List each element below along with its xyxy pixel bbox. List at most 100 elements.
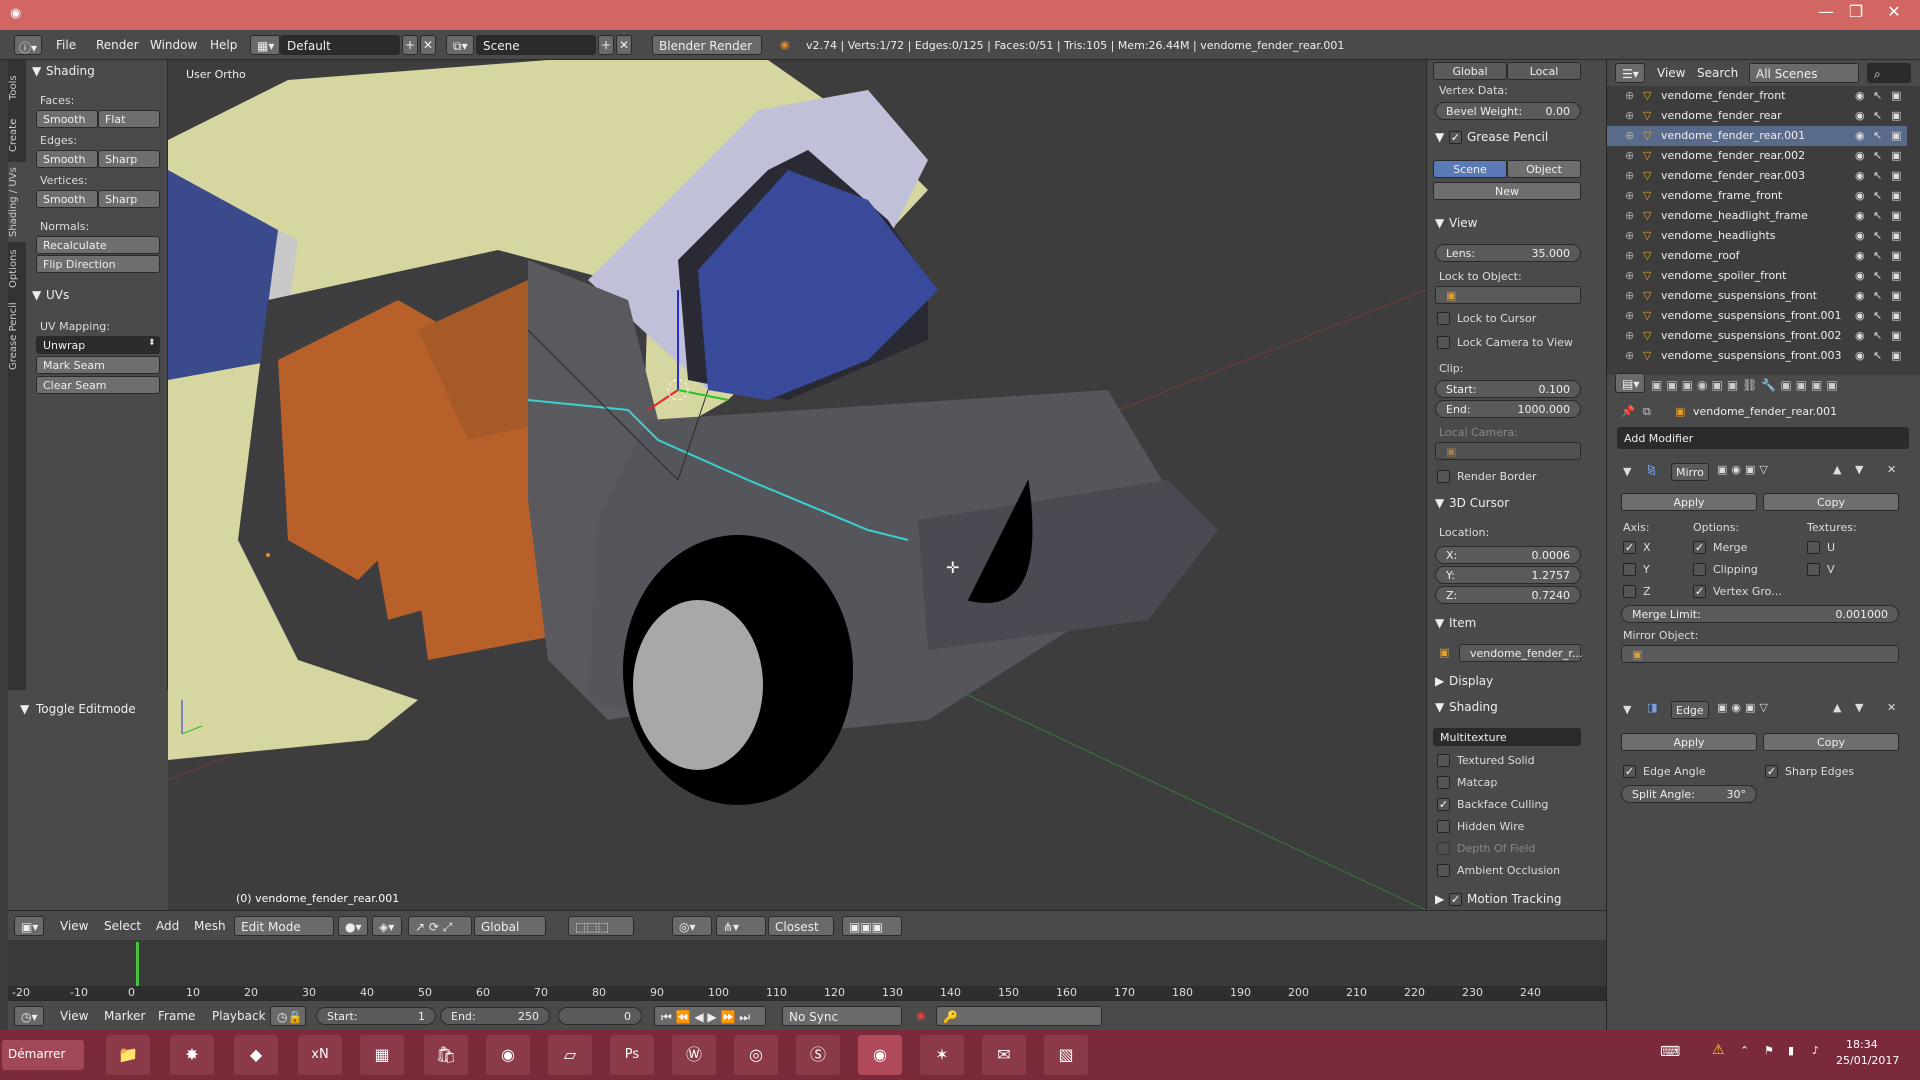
outliner-row[interactable]: ⊕ ▽ vendome_suspensions_front.003 ◉ ↖ ▣	[1607, 346, 1907, 366]
manipulator-icons[interactable]: ↗ ⟳ ⤢	[408, 916, 472, 936]
mode-select[interactable]: Edit Mode	[234, 916, 334, 936]
layout-icon[interactable]: ▦▾	[250, 35, 280, 55]
selectable-arrow-icon[interactable]: ↖	[1873, 169, 1882, 182]
visibility-eye-icon[interactable]: ◉	[1855, 329, 1865, 342]
mirror-name-field[interactable]: Mirro	[1671, 463, 1709, 481]
faces-smooth-button[interactable]: Smooth	[36, 110, 98, 128]
lens-field[interactable]: Lens: 35.000	[1435, 244, 1581, 262]
render-camera-icon[interactable]: ▣	[1891, 189, 1901, 202]
mirror-remove-icon[interactable]: ✕	[1887, 463, 1896, 476]
mirror-collapse-arrow[interactable]: ▼	[1623, 465, 1631, 478]
render-camera-icon[interactable]: ▣	[1891, 109, 1901, 122]
expand-icon[interactable]: ⊕	[1625, 189, 1634, 202]
outliner-editor-icon[interactable]: ☰▾	[1615, 63, 1645, 83]
gp-object-button[interactable]: Object	[1507, 160, 1581, 178]
current-frame-field[interactable]: 0	[558, 1007, 642, 1025]
faces-flat-button[interactable]: Flat	[98, 110, 160, 128]
global-toggle[interactable]: Global	[1433, 62, 1507, 80]
outliner-row[interactable]: ⊕ ▽ vendome_fender_rear.002 ◉ ↖ ▣	[1607, 146, 1907, 166]
display-mode-select[interactable]: All Scenes	[1749, 63, 1859, 83]
tab-tools[interactable]: Tools	[8, 68, 26, 108]
textured-solid-checkbox[interactable]	[1437, 754, 1450, 767]
render-camera-icon[interactable]: ▣	[1891, 89, 1901, 102]
current-frame-marker[interactable]	[136, 942, 139, 992]
bevel-weight-field[interactable]: Bevel Weight: 0.00	[1435, 102, 1581, 120]
outliner-row[interactable]: ⊕ ▽ vendome_fender_rear.003 ◉ ↖ ▣	[1607, 166, 1907, 186]
ambient-occlusion-checkbox[interactable]	[1437, 864, 1450, 877]
unwrap-select[interactable]: Unwrap	[36, 336, 160, 354]
outliner-row[interactable]: ⊕ ▽ vendome_suspensions_front.001 ◉ ↖ ▣	[1607, 306, 1907, 326]
expand-icon[interactable]: ⊕	[1625, 229, 1634, 242]
tab-shading-uvs[interactable]: Shading / UVs	[8, 162, 26, 242]
expand-icon[interactable]: ⊕	[1625, 289, 1634, 302]
clip-start-field[interactable]: Start: 0.100	[1435, 380, 1581, 398]
selectable-arrow-icon[interactable]: ↖	[1873, 229, 1882, 242]
start-button[interactable]: Démarrer	[2, 1040, 84, 1070]
selectable-arrow-icon[interactable]: ↖	[1873, 289, 1882, 302]
selectable-arrow-icon[interactable]: ↖	[1873, 269, 1882, 282]
maximize-button[interactable]: ❐	[1842, 2, 1870, 21]
outliner-row[interactable]: ⊕ ▽ vendome_headlight_frame ◉ ↖ ▣	[1607, 206, 1907, 226]
expand-icon[interactable]: ⊕	[1625, 349, 1634, 362]
recalculate-button[interactable]: Recalculate	[36, 236, 160, 254]
lock-object-field[interactable]: ▣	[1435, 286, 1581, 304]
flip-direction-button[interactable]: Flip Direction	[36, 255, 160, 273]
word-icon[interactable]: Ⓦ	[672, 1035, 716, 1075]
menu-view[interactable]: View	[60, 919, 88, 933]
shading-panel-arrow[interactable]: ▼	[1435, 700, 1444, 714]
selectable-arrow-icon[interactable]: ↖	[1873, 129, 1882, 142]
outliner-row[interactable]: ⊕ ▽ vendome_headlights ◉ ↖ ▣	[1607, 226, 1907, 246]
edge-angle-checkbox[interactable]	[1623, 765, 1636, 778]
mirror-move-up-icon[interactable]: ▲	[1833, 463, 1841, 476]
blender-taskbar-icon[interactable]: ◉	[858, 1035, 902, 1075]
minimize-button[interactable]: —	[1812, 2, 1840, 21]
flag-icon[interactable]: ⚑	[1764, 1044, 1774, 1057]
add-modifier-select[interactable]: Add Modifier	[1617, 427, 1909, 449]
end-frame-field[interactable]: End: 250	[440, 1007, 550, 1025]
preview-range-icon[interactable]: ◷🔒	[270, 1006, 306, 1026]
selectable-arrow-icon[interactable]: ↖	[1873, 189, 1882, 202]
shading-sphere-icon[interactable]: ●▾	[338, 916, 368, 936]
scene-field[interactable]: Scene	[476, 35, 596, 55]
lock-camera-checkbox[interactable]	[1437, 336, 1450, 349]
app-icon[interactable]: ✸	[170, 1035, 214, 1075]
edges-sharp-button[interactable]: Sharp	[98, 150, 160, 168]
gallery-icon[interactable]: ▧	[1044, 1035, 1088, 1075]
expand-icon[interactable]: ⊕	[1625, 309, 1634, 322]
expand-icon[interactable]: ⊕	[1625, 109, 1634, 122]
mirror-v-checkbox[interactable]	[1807, 563, 1820, 576]
visibility-eye-icon[interactable]: ◉	[1855, 189, 1865, 202]
selectable-arrow-icon[interactable]: ↖	[1873, 249, 1882, 262]
visibility-eye-icon[interactable]: ◉	[1855, 209, 1865, 222]
operator-panel-arrow[interactable]: ▼	[20, 702, 29, 716]
menu-mesh[interactable]: Mesh	[194, 919, 226, 933]
visibility-eye-icon[interactable]: ◉	[1855, 129, 1865, 142]
editor-type-icon[interactable]: ⓘ▾	[14, 35, 42, 55]
view-panel-arrow[interactable]: ▼	[1435, 216, 1444, 230]
merge-checkbox[interactable]	[1693, 541, 1706, 554]
cursor-y-field[interactable]: Y: 1.2757	[1435, 566, 1581, 584]
tl-menu-playback[interactable]: Playback	[212, 1009, 266, 1023]
timeline-editor-icon[interactable]: ◷▾	[14, 1006, 44, 1026]
local-toggle[interactable]: Local	[1507, 62, 1581, 80]
merge-limit-field[interactable]: Merge Limit: 0.001000	[1621, 605, 1899, 623]
keying-set-field[interactable]: 🔑	[936, 1006, 1102, 1026]
add-scene-icon[interactable]: +	[598, 35, 614, 55]
render-camera-icon[interactable]: ▣	[1891, 229, 1901, 242]
display-panel-arrow[interactable]: ▶	[1435, 674, 1444, 688]
pin-icon[interactable]: 📌	[1621, 405, 1635, 418]
proportional-icon[interactable]: ◎▾	[672, 916, 712, 936]
render-camera-icon[interactable]: ▣	[1891, 169, 1901, 182]
expand-icon[interactable]: ⊕	[1625, 209, 1634, 222]
edges-smooth-button[interactable]: Smooth	[36, 150, 98, 168]
gp-scene-button[interactable]: Scene	[1433, 160, 1507, 178]
outliner-item-name[interactable]: vendome_headlight_frame	[1661, 209, 1808, 222]
mirror-move-down-icon[interactable]: ▼	[1855, 463, 1863, 476]
outliner-row[interactable]: ⊕ ▽ vendome_suspensions_front.002 ◉ ↖ ▣	[1607, 326, 1907, 346]
render-camera-icon[interactable]: ▣	[1891, 129, 1901, 142]
close-button[interactable]: ✕	[1880, 2, 1908, 21]
mirror-y-checkbox[interactable]	[1623, 563, 1636, 576]
editor-type-cube-icon[interactable]: ▣▾	[14, 916, 44, 936]
render-camera-icon[interactable]: ▣	[1891, 309, 1901, 322]
edge-split-collapse-arrow[interactable]: ▼	[1623, 703, 1631, 716]
